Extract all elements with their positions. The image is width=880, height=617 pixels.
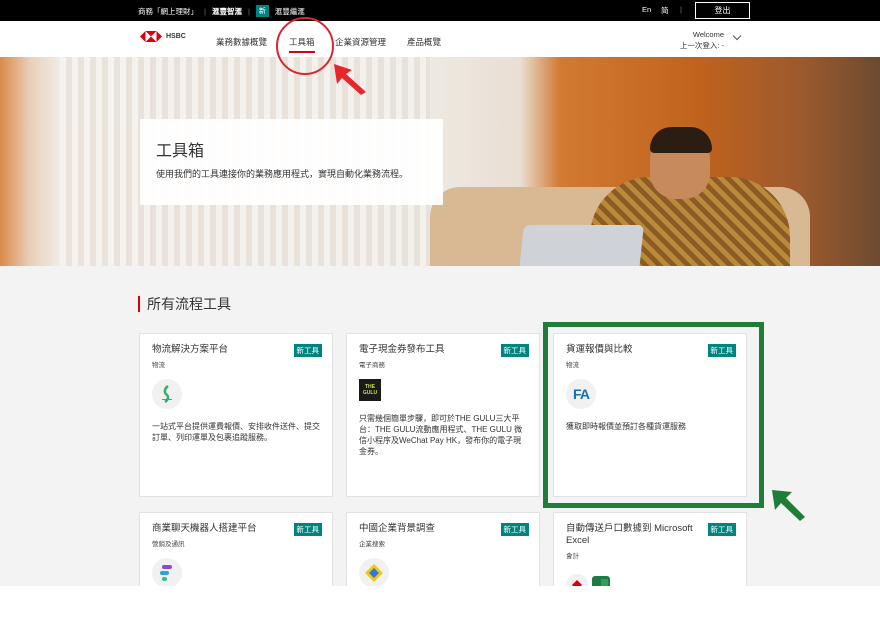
nav-product-overview[interactable]: 產品概覽 [407,36,441,48]
business-internet-banking-link[interactable]: 商務「網上理財」 [138,6,198,17]
new-tool-badge: 新工具 [500,523,529,536]
person-hair-image [650,127,712,153]
card-title: 中國企業背景調查 [359,523,436,534]
hsbc-logo[interactable]: HSBC [140,31,186,42]
company-check-logo-icon [359,558,389,588]
divider: | [204,6,206,16]
chevron-down-icon[interactable] [732,31,742,41]
logo-text: HSBC [166,33,186,40]
hsbc-smart-link[interactable]: 滙豐智滙 [212,6,242,17]
annotation-red-circle [276,17,334,75]
welcome-text: Welcome [692,30,724,39]
card-category: 物流 [152,362,165,369]
divider: | [247,6,250,16]
annotation-green-box [543,322,764,508]
top-utility-bar: 商務「網上理財」 | 滙豐智滙 | 新 滙豐繼滙 En 简 | 登出 [0,0,880,21]
page-title: 工具箱 [156,143,205,160]
divider: | [680,5,682,14]
new-tool-badge: 新工具 [500,344,529,357]
nav-business-data-overview[interactable]: 業務數據概覽 [216,36,267,48]
hero-banner: 工具箱 使用我們的工具連接你的業務應用程式，實現自動化業務流程。 [0,57,880,266]
lang-english-link[interactable]: En [642,5,651,14]
card-category: 電子商務 [359,362,385,369]
top-links: 商務「網上理財」 | 滙豐智滙 | 新 滙豐繼滙 [138,5,305,17]
logout-button[interactable]: 登出 [695,2,750,19]
annotation-green-arrow-icon [772,490,805,521]
hero-card: 工具箱 使用我們的工具連接你的業務應用程式，實現自動化業務流程。 [140,119,443,205]
laptop-image [516,225,644,266]
the-gulu-logo-text: THE GULU [359,379,381,401]
card-title: 自動傳送戶口數據到 Microsoft Excel [566,523,693,546]
annotation-red-arrow-icon [334,64,366,95]
tool-card-company-background-check[interactable]: 中國企業背景調查 企業搜索 新工具 [346,512,540,592]
welcome-block[interactable]: Welcome 上一次登入: - [672,29,724,51]
card-category: 企業搜索 [359,541,385,548]
nav-enterprise-resource-management[interactable]: 企業資源管理 [335,36,386,48]
card-title: 物流解決方案平台 [152,344,229,355]
page-bottom [0,586,880,617]
page-subtitle: 使用我們的工具連接你的業務應用程式，實現自動化業務流程。 [156,169,409,179]
tool-card-excel-export[interactable]: 自動傳送戶口數據到 Microsoft Excel 會計 新工具 [553,512,747,596]
hsbc-hexagon-icon [140,31,162,42]
new-tool-badge: 新工具 [293,523,322,536]
the-gulu-logo-icon: THE GULU [359,379,381,401]
card-category: 會計 [566,553,579,560]
new-tool-badge: 新工具 [293,344,322,357]
tool-card-chatbot-builder[interactable]: 商業聊天機器人搭建平台 營銷及通訊 新工具 [139,512,333,592]
card-description: 一站式平台提供運費報價、安排收件送件、提交訂單、列印運單及包裹追蹤服務。 [152,422,320,442]
tool-card-e-voucher[interactable]: 電子現金券發布工具 電子商務 新工具 THE GULU 只需幾個簡單步驟，即可於… [346,333,540,497]
tool-card-logistics-platform[interactable]: 物流解決方案平台 物流 新工具 一站式平台提供運費報價、安排收件送件、提交訂單、… [139,333,333,497]
last-login-text: 上一次登入: - [679,41,724,50]
new-tool-badge: 新工具 [707,523,736,536]
section-title: 所有流程工具 [138,296,231,312]
card-description: 只需幾個簡單步驟，即可於THE GULU三大平台：THE GULU流動應用程式、… [359,414,523,456]
parcel-logo-icon [152,379,182,409]
chatbot-logo-icon [152,558,182,588]
main-nav: HSBC 業務數據概覽 工具箱 企業資源管理 產品概覽 Welcome 上一次登… [0,21,880,57]
card-title: 電子現金券發布工具 [359,344,445,355]
lang-simplified-chinese-link[interactable]: 简 [661,5,669,16]
hsbc-link-link[interactable]: 滙豐繼滙 [275,6,305,17]
card-title: 商業聊天機器人搭建平台 [152,523,257,534]
new-badge: 新 [255,5,269,17]
card-category: 營銷及通訊 [152,541,185,548]
